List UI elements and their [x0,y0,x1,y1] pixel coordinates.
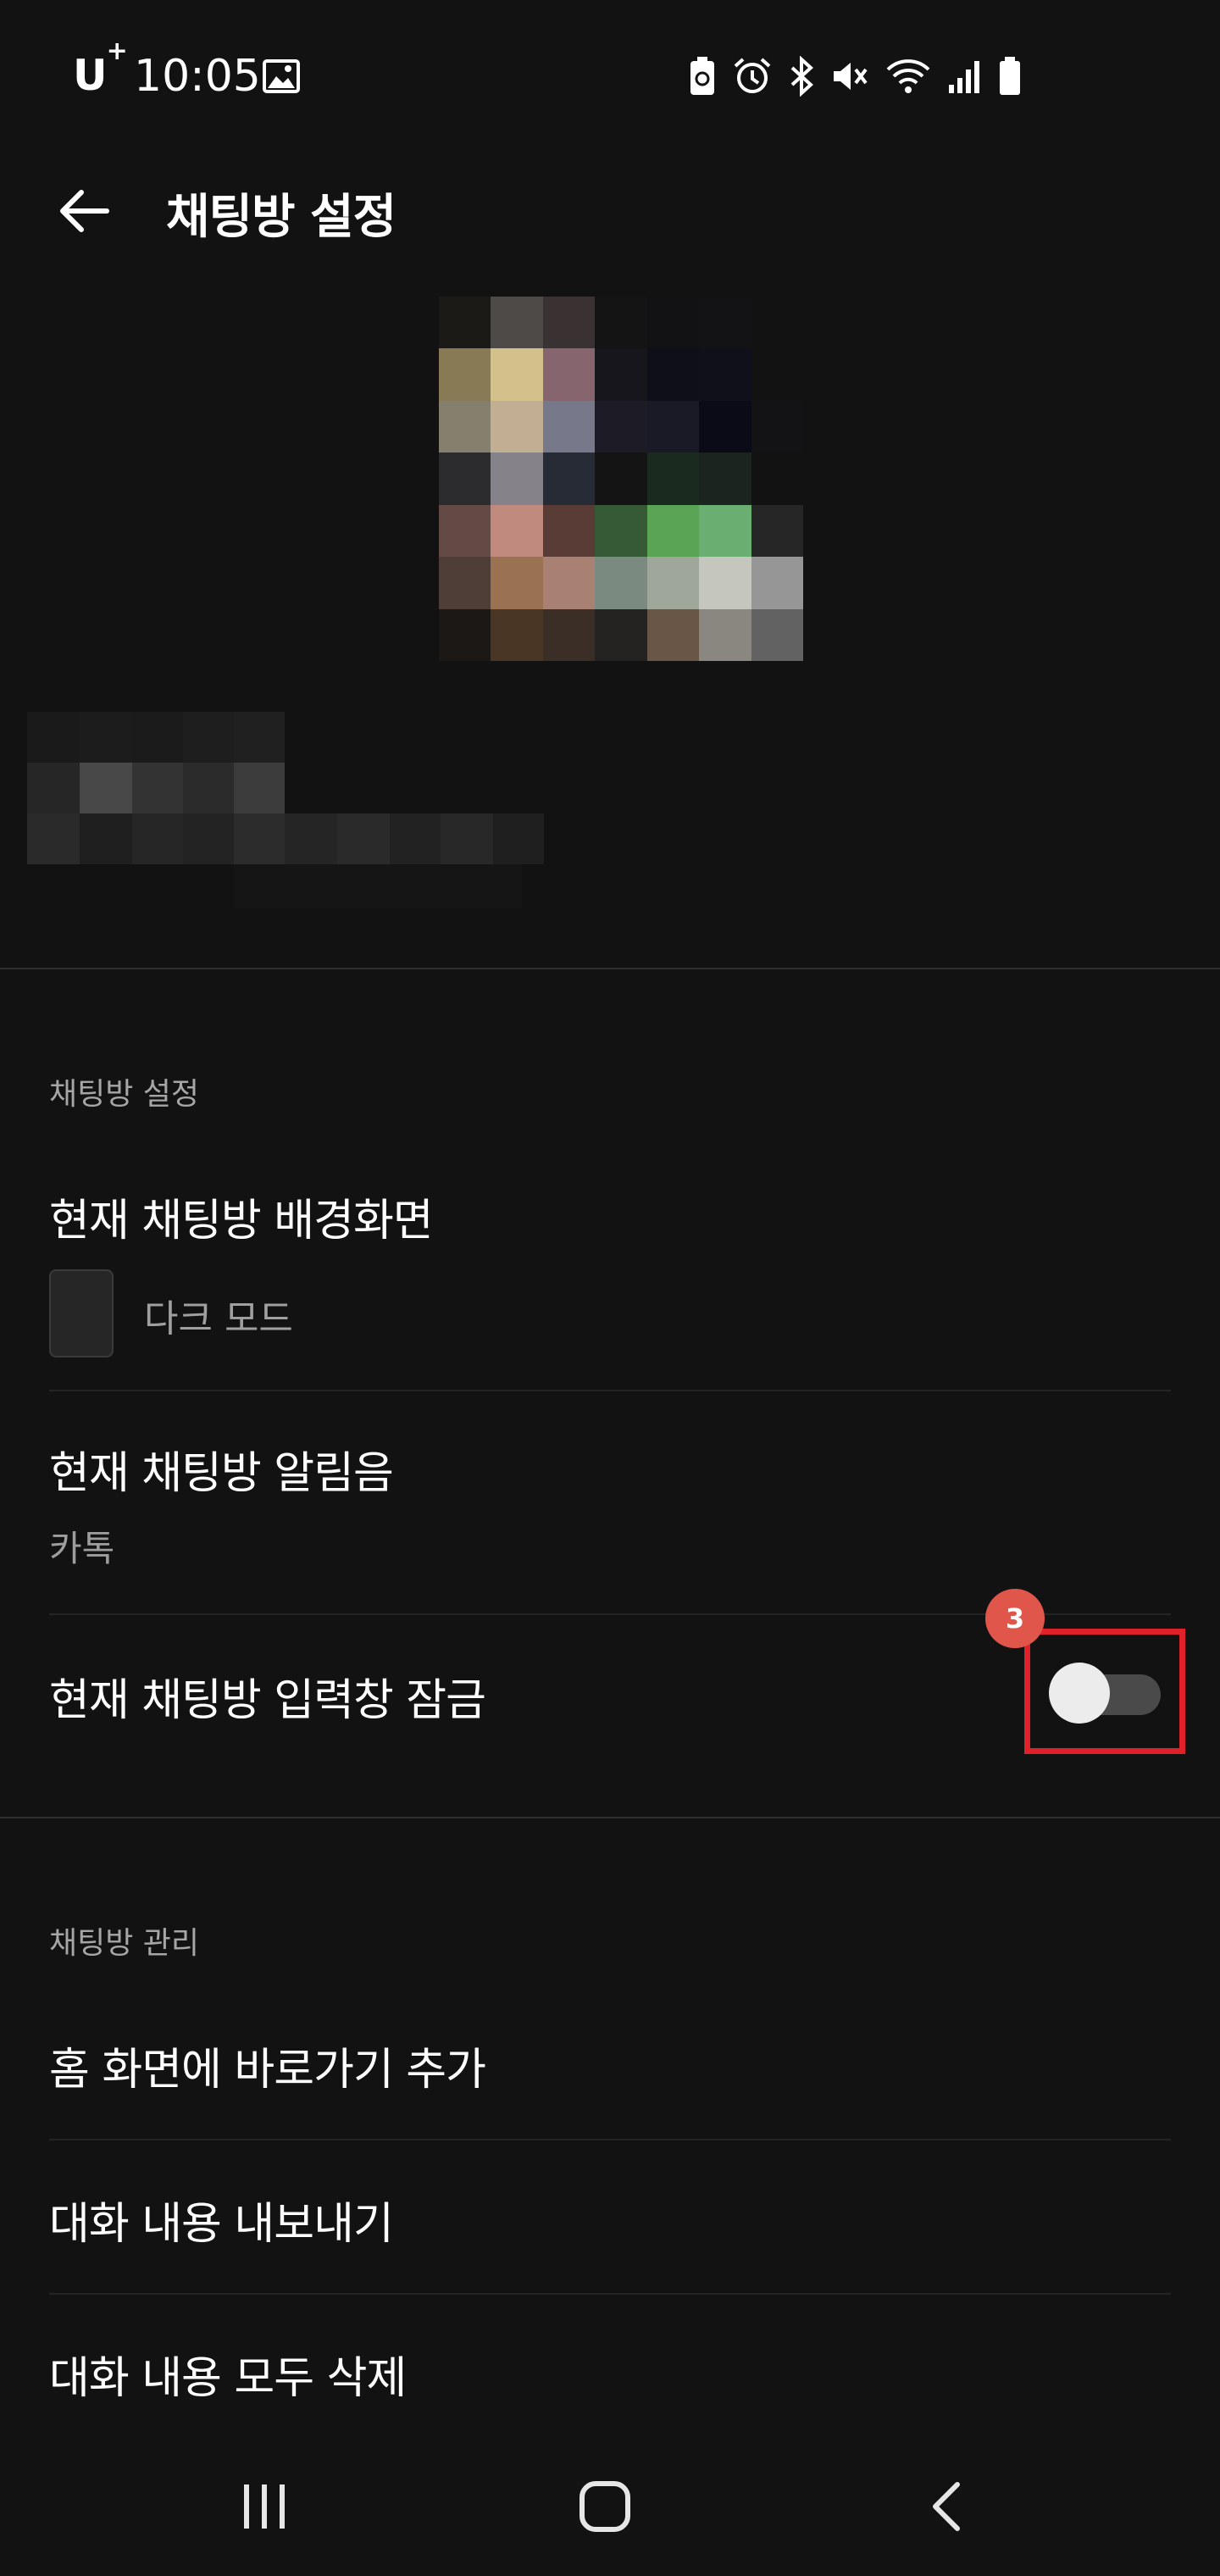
nav-back-button[interactable] [903,2474,988,2542]
item-divider [49,1390,1171,1391]
mute-icon [830,56,869,100]
annotation-highlight-box [1024,1629,1185,1754]
chat-room-profile-image[interactable] [439,297,803,661]
nav-back-icon [927,2479,964,2537]
wallpaper-setting-title: 현재 채팅방 배경화면 [49,1196,434,1246]
section-divider [0,968,1220,969]
section-label-chat-management: 채팅방 관리 [49,1926,200,1961]
bluetooth-icon [788,55,815,100]
wallpaper-setting-value: 다크 모드 [144,1297,293,1341]
chat-room-settings-screen: U+ 10:05 채팅방 설정 채팅방 설정 현재 채팅방 배경화면 다크 모드… [0,0,1220,2576]
item-divider [49,2293,1171,2295]
recent-apps-button[interactable] [222,2474,307,2542]
status-icons [688,55,1022,100]
home-button[interactable] [563,2474,647,2542]
app-bar: 채팅방 설정 [0,157,1220,267]
chat-room-name-redacted [27,712,552,915]
input-lock-title: 현재 채팅방 입력창 잠금 [49,1675,486,1726]
recent-apps-icon [239,2483,290,2534]
status-time: 10:05 [134,51,261,102]
section-divider [0,1817,1220,1818]
add-home-shortcut-item[interactable]: 홈 화면에 바로가기 추가 [49,2034,486,2097]
battery-icon [998,56,1022,100]
battery-saver-icon [688,56,717,100]
carrier-name: U [73,51,108,100]
item-divider [49,2139,1171,2140]
delete-all-chat-item[interactable]: 대화 내용 모두 삭제 [49,2342,407,2406]
back-button[interactable] [51,180,115,245]
notification-sound-title: 현재 채팅방 알림음 [49,1448,394,1499]
home-icon [578,2479,632,2537]
wifi-icon [884,56,932,100]
status-bar: U+ 10:05 [0,0,1220,157]
back-arrow-icon [56,187,110,238]
notification-sound-value: 카톡 [49,1528,115,1569]
carrier-label: U+ [73,36,128,100]
annotation-step-badge: 3 [985,1589,1045,1648]
page-title: 채팅방 설정 [166,190,396,245]
carrier-plus: + [106,36,128,67]
wallpaper-preview-swatch [49,1269,114,1357]
export-chat-item[interactable]: 대화 내용 내보내기 [49,2188,394,2251]
alarm-icon [732,56,773,100]
signal-icon [947,56,983,100]
gallery-icon [263,59,300,97]
system-nav-bar [0,2440,1220,2576]
section-label-chat-settings: 채팅방 설정 [49,1077,200,1112]
